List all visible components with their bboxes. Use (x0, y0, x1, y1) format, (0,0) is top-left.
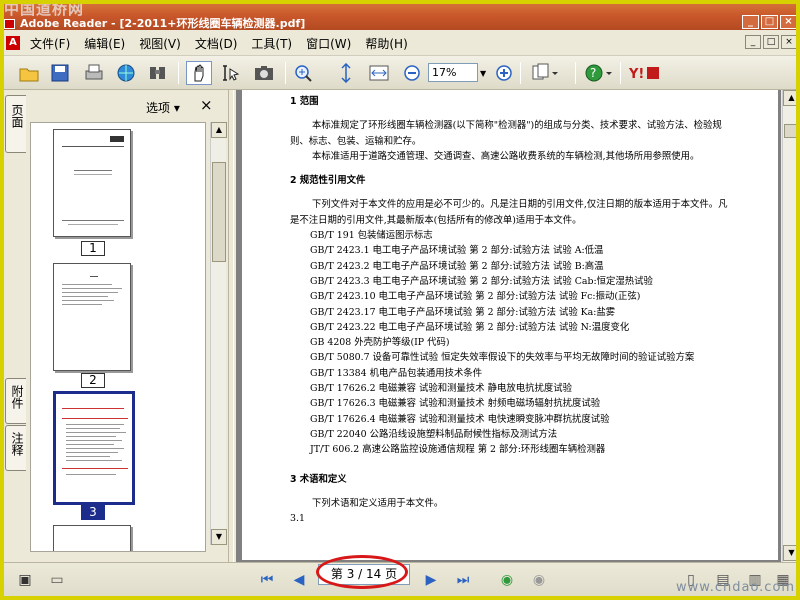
scroll-up-icon[interactable]: ▲ (783, 90, 800, 106)
thumbnail-page-2[interactable] (53, 263, 131, 371)
clause-number: 3.1 (290, 513, 305, 525)
close-panel-icon[interactable]: × (200, 96, 213, 114)
reference-line: GB/T 2423.3 电工电子产品环境试验 第 2 部分:试验方法 试验 Ca… (310, 275, 653, 287)
highlight-ellipse (316, 555, 408, 589)
reference-line: GB/T 2423.22 电工电子产品环境试验 第 2 部分:试验方法 试验 N… (310, 321, 630, 333)
reference-line: GB/T 191 包装储运图示标志 (310, 230, 433, 242)
yahoo-icon[interactable]: Y! (628, 61, 662, 85)
tab-comments[interactable]: 注释 (5, 425, 26, 471)
back-view-icon[interactable]: ◉ (496, 570, 518, 590)
section-1-para-2: 本标准适用于道路交通管理、交通调查、高速公路收费系统的车辆检测,其他场所用参照使… (312, 150, 700, 162)
reference-line: GB 4208 外壳防护等级(IP 代码) (310, 337, 450, 349)
reference-line: GB/T 17626.3 电磁兼容 试验和测量技术 射频电磁场辐射抗扰度试验 (310, 398, 601, 410)
tab-attachments[interactable]: 附件 (5, 378, 26, 424)
thumbnail-page-3[interactable] (53, 391, 135, 505)
adobe-reader-icon (4, 19, 15, 29)
section-3-heading: 3 术语和定义 (290, 473, 347, 485)
previous-page-icon[interactable]: ◀ (288, 570, 310, 590)
menu-help[interactable]: 帮助(H) (365, 35, 407, 52)
menu-bar: A 文件(F) 编辑(E) 视图(V) 文档(D) 工具(T) 窗口(W) 帮助… (0, 30, 800, 56)
thumbnail-number-selected: 3 (81, 505, 105, 520)
thumbnail-number: 2 (81, 373, 105, 388)
section-1-heading: 1 范围 (290, 96, 319, 107)
thumbnail-page-1[interactable] (53, 129, 131, 237)
svg-text:?: ? (590, 66, 596, 80)
zoom-input[interactable]: 17% (428, 63, 478, 82)
window-title: Adobe Reader - [2-2011+环形线圈车辆检测器.pdf] (20, 17, 306, 30)
document-content: 1 范围 本标准规定了环形线圈车辆检测器(以下简称"检测器")的组成与分类、技术… (290, 94, 730, 526)
zoom-out-icon[interactable] (402, 61, 422, 85)
zoom-plus-icon[interactable] (494, 61, 514, 85)
toolbar: ? Y! (0, 56, 800, 90)
site-url-watermark: www.cndao.com (676, 580, 796, 595)
section-3-para: 下列术语和定义适用于本文件。 (312, 497, 444, 509)
tab-pages[interactable]: 页面 (5, 95, 26, 153)
doc-restore-button[interactable]: □ (763, 35, 779, 49)
thumbnail-scrollbar[interactable]: ▲ ▼ (210, 122, 227, 545)
zoom-in-tool-icon[interactable] (293, 61, 317, 85)
panel-splitter[interactable] (228, 90, 234, 562)
reference-line: GB/T 22040 公路沿线设施塑料制品耐候性指标及测试方法 (310, 428, 558, 440)
section-2-heading: 2 规范性引用文件 (290, 175, 366, 187)
thumbnail-page-4[interactable] (53, 525, 131, 551)
menu-file[interactable]: 文件(F) (30, 35, 70, 52)
doc-close-button[interactable]: × (781, 35, 797, 49)
next-page-icon[interactable]: ▶ (420, 570, 442, 590)
maximize-button[interactable]: □ (761, 15, 778, 29)
save-icon[interactable] (50, 61, 70, 85)
document-scrollbar[interactable]: ▲ ▼ (782, 90, 800, 562)
reference-line: GB/T 2423.1 电工电子产品环境试验 第 2 部分:试验方法 试验 A:… (310, 245, 604, 257)
print-icon[interactable] (83, 61, 105, 85)
scroll-down-icon[interactable]: ▼ (211, 529, 227, 545)
thumbnail-number: 1 (81, 241, 105, 256)
reference-line: GB/T 13384 机电产品包装通用技术条件 (310, 367, 483, 379)
open-folder-icon[interactable] (18, 61, 40, 85)
reference-line: GB/T 2423.17 电工电子产品环境试验 第 2 部分:试验方法 试验 K… (310, 306, 616, 318)
thumbnail-list[interactable]: 1 2 3 (30, 122, 206, 552)
select-text-icon[interactable] (220, 61, 242, 85)
reference-line: GB/T 17626.2 电磁兼容 试验和测量技术 静电放电抗扰度试验 (310, 383, 572, 395)
minimize-button[interactable]: _ (742, 15, 759, 29)
menu-view[interactable]: 视图(V) (139, 35, 181, 52)
title-bar: 中国道桥网 Adobe Reader - [2-2011+环形线圈车辆检测器.p… (0, 0, 800, 30)
hand-tool-icon[interactable] (186, 61, 212, 85)
panel-toggle-icon[interactable]: ▣ (14, 570, 36, 590)
site-watermark: 中国道桥网 (4, 0, 85, 18)
last-page-icon[interactable]: ⏭ (452, 570, 474, 590)
menu-edit[interactable]: 编辑(E) (84, 35, 125, 52)
section-2-para: 下列文件对于本文件的应用是必不可少的。凡是注日期的引用文件,仅注日期的版本适用于… (290, 199, 728, 226)
help-icon[interactable]: ? (584, 61, 614, 85)
reference-line: JT/T 606.2 高速公路监控设施通信规程 第 2 部分:环形线圈车辆检测器 (310, 444, 606, 456)
reference-line: GB/T 5080.7 设备可靠性试验 恒定失效率假设下的失效率与平均无故障时间… (310, 352, 695, 364)
nav-header: 选项 ▾ × (28, 96, 222, 120)
search-icon[interactable] (147, 61, 169, 85)
doc-minimize-button[interactable]: _ (745, 35, 761, 49)
pages-icon[interactable] (530, 61, 560, 85)
section-1-para-1: 本标准规定了环形线圈车辆检测器(以下简称"检测器")的组成与分类、技术要求、试验… (290, 120, 722, 147)
svg-text:Y!: Y! (628, 67, 644, 82)
forward-view-icon[interactable]: ◉ (528, 570, 550, 590)
scroll-thumb[interactable] (212, 162, 226, 262)
page-size-icon[interactable]: ▭ (46, 570, 68, 590)
fit-width-icon[interactable] (368, 61, 390, 85)
document-icon[interactable]: A (6, 36, 20, 50)
scroll-down-icon[interactable]: ▼ (783, 545, 800, 561)
menu-window[interactable]: 窗口(W) (306, 35, 351, 52)
scroll-up-icon[interactable]: ▲ (211, 122, 227, 138)
menu-document[interactable]: 文档(D) (195, 35, 238, 52)
close-button[interactable]: × (780, 15, 797, 29)
reference-line: GB/T 2423.2 电工电子产品环境试验 第 2 部分:试验方法 试验 B:… (310, 260, 604, 272)
email-icon[interactable] (115, 61, 137, 85)
snapshot-icon[interactable] (253, 61, 275, 85)
menu-tools[interactable]: 工具(T) (251, 35, 292, 52)
reference-line: GB/T 2423.10 电工电子产品环境试验 第 2 部分:试验方法 试验 F… (310, 291, 641, 303)
zoom-dropdown-icon[interactable]: ▼ (480, 69, 486, 78)
first-page-icon[interactable]: ⏮ (256, 570, 278, 590)
options-menu[interactable]: 选项 ▾ (146, 99, 180, 116)
fit-page-icon[interactable] (336, 61, 356, 85)
reference-line: GB/T 17626.4 电磁兼容 试验和测量技术 电快速瞬变脉冲群抗扰度试验 (310, 413, 610, 425)
scroll-thumb[interactable] (784, 124, 799, 138)
